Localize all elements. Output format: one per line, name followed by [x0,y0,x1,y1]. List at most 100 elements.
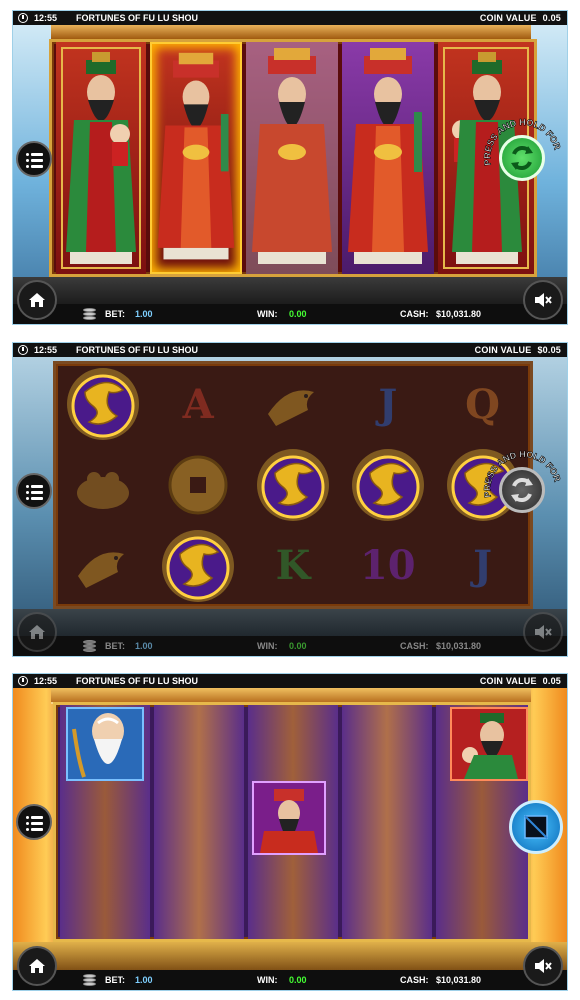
reel-2-wild [150,42,242,274]
home-button[interactable] [17,612,57,652]
coin-value-label: COIN VALUE [479,676,537,686]
mute-icon [535,959,552,973]
cash-label: CASH: [400,975,429,985]
home-icon [29,959,45,973]
status-bar: 12:55 FORTUNES OF FU LU SHOU COIN VALUE $… [13,343,567,357]
letter-symbol-k: K [275,542,311,590]
reel-frame [53,702,531,942]
bet-value[interactable]: 1.00 [135,975,153,985]
coin-value-amount: 0.05 [542,676,561,686]
coin-stack-icon [83,639,97,653]
status-bar: 12:55 FORTUNES OF FU LU SHOU COIN VALUE 0… [13,674,567,688]
status-bar: 12:55 FORTUNES OF FU LU SHOU COIN VALUE 0… [13,11,567,25]
lu-star-figure [348,48,428,264]
bet-label: BET: [105,975,125,985]
letter-symbol-j: J [473,542,493,590]
mute-icon [535,293,552,307]
coin-stack-icon [83,973,97,987]
coin-value: COIN VALUE 0.05 [480,676,561,686]
coin-value-amount: 0.05 [542,13,561,23]
bottom-bar: BET: 1.00 WIN: 0.00 CASH: $10,031.80 [13,970,567,990]
temple-floor [13,277,567,306]
bet-label: BET: [105,641,125,651]
fu-symbol [450,707,528,781]
win-value: 0.00 [289,641,307,651]
menu-button[interactable] [16,473,52,509]
cash-value: $10,031.80 [436,975,482,985]
bet-value[interactable]: 1.00 [135,641,153,651]
coin-symbol [151,445,246,526]
mute-button[interactable] [523,946,563,986]
lu-star-figure [246,42,338,274]
menu-button[interactable] [16,141,52,177]
coin-value-label: COIN VALUE [474,345,532,355]
coin-value-label: COIN VALUE [479,13,537,23]
reel-3 [246,42,338,274]
toad-symbol [56,445,151,526]
mute-button[interactable] [523,612,563,652]
svg-text:PRESS AND HOLD FOR AUTOPLAY: PRESS AND HOLD FOR AUTOPLAY [481,447,563,498]
shou-symbol [66,707,144,781]
clock-icon [18,676,28,686]
dragon-symbol [151,525,246,606]
cash-label: CASH: [400,641,429,651]
time-label: 12:55 [34,676,58,686]
koi-symbol [246,364,341,445]
home-button[interactable] [17,280,57,320]
win-value: 0.00 [289,309,307,319]
reel-4-spinning [342,705,432,939]
reel-1 [56,42,146,274]
coin-value-amount: $0.05 [537,345,561,355]
stop-button[interactable] [509,800,563,854]
clock-icon [18,13,28,23]
dragon-symbol [246,445,341,526]
autoplay-button[interactable]: PRESS AND HOLD FOR AUTOPLAY [481,115,565,199]
bet-value[interactable]: 1.00 [135,309,153,319]
home-icon [29,625,45,639]
bet-label: BET: [105,309,125,319]
cash-value: $10,031.80 [436,309,482,319]
game-screen-win: 12:55 FORTUNES OF FU LU SHOU COIN VALUE $… [12,342,568,657]
home-icon [29,293,45,307]
letter-symbol-10: 10 [359,542,416,590]
lu-star-figure [157,52,235,260]
reel-2-spinning [154,705,244,939]
reel-frame [49,39,537,277]
game-screen-spinning: 12:55 FORTUNES OF FU LU SHOU COIN VALUE 0… [12,673,568,991]
temple-floor [13,609,567,638]
dragon-symbol [340,445,435,526]
game-title: FORTUNES OF FU LU SHOU [76,676,198,686]
mute-button[interactable] [523,280,563,320]
coin-value: COIN VALUE $0.05 [475,345,561,355]
game-title: FORTUNES OF FU LU SHOU [76,13,198,23]
coin-stack-icon [83,307,97,321]
win-label: WIN: [257,975,278,985]
cash-value: $10,031.80 [436,641,482,651]
time-label: 12:55 [34,345,58,355]
temple-floor [13,942,567,972]
letter-symbol-a: A [182,380,214,428]
home-button[interactable] [17,946,57,986]
win-label: WIN: [257,641,278,651]
game-screen-main: 12:55 FORTUNES OF FU LU SHOU COIN VALUE 0… [12,10,568,325]
koi-symbol [56,525,151,606]
fu-star-figure [61,47,141,269]
autoplay-label: PRESS AND HOLD FOR AUTOPLAY [481,115,563,166]
clock-icon [18,345,28,355]
symbol-grid: A J Q K 10 J [56,364,530,606]
autoplay-label: PRESS AND HOLD FOR AUTOPLAY [481,447,563,498]
stop-icon [524,815,548,839]
svg-text:PRESS AND HOLD FOR AUTOPLAY: PRESS AND HOLD FOR AUTOPLAY [481,115,563,166]
reel-4 [342,42,434,274]
autoplay-button[interactable]: PRESS AND HOLD FOR AUTOPLAY [481,447,565,531]
bottom-bar: BET: 1.00 WIN: 0.00 CASH: $10,031.80 [13,304,567,324]
reel-grid: A J Q K 10 J [53,361,533,609]
menu-button[interactable] [16,804,52,840]
game-title: FORTUNES OF FU LU SHOU [76,345,198,355]
lu-symbol [252,781,326,855]
time-label: 12:55 [34,13,58,23]
letter-symbol-q: Q [465,380,500,428]
win-value: 0.00 [289,975,307,985]
letter-symbol-j: J [378,380,398,428]
win-label: WIN: [257,309,278,319]
